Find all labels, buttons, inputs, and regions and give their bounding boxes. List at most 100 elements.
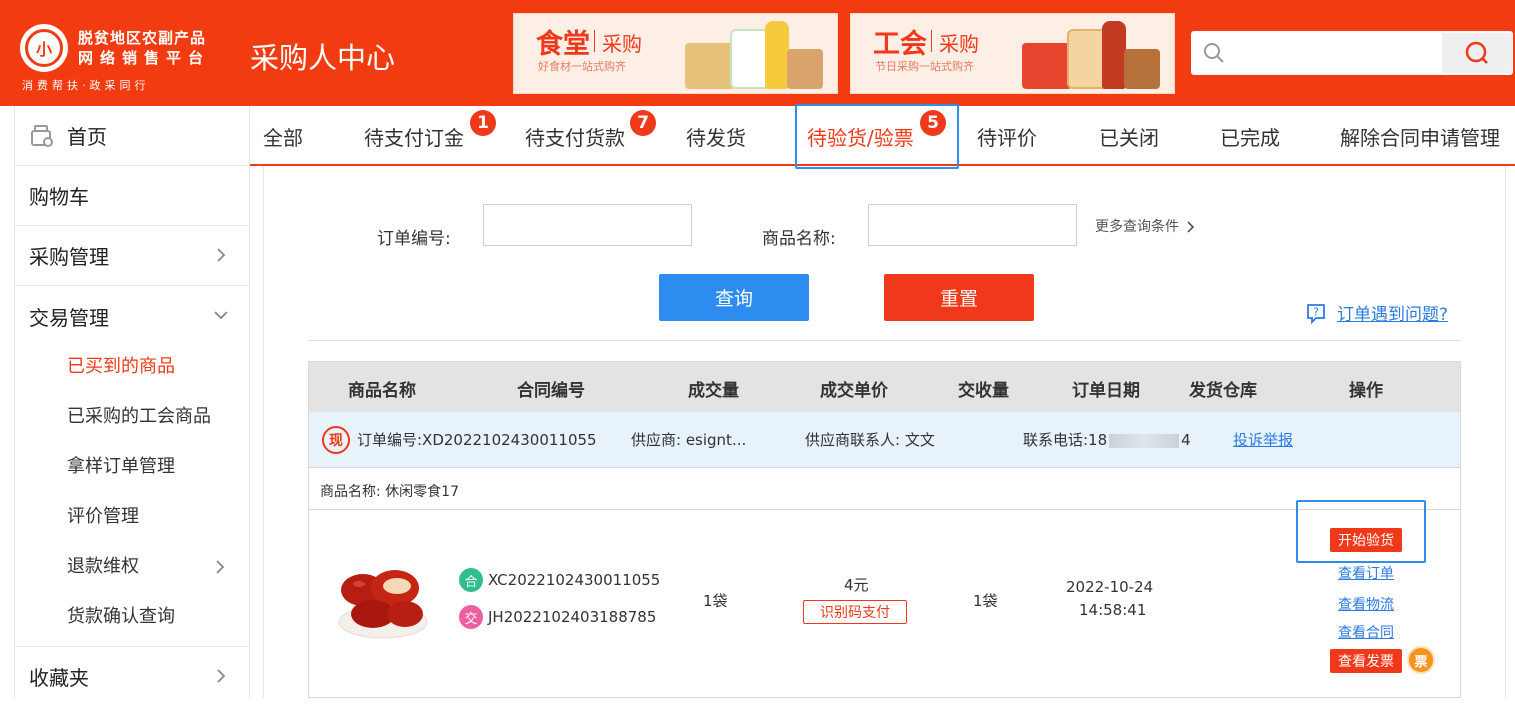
more-conditions-label: 更多查询条件 bbox=[1095, 219, 1179, 235]
sidebar-sub-union-goods[interactable]: 已采购的工会商品 bbox=[67, 402, 211, 432]
order-date-value: 2022-10-24 bbox=[1066, 578, 1154, 596]
more-conditions-link[interactable]: 更多查询条件 bbox=[1095, 216, 1195, 236]
tab-all[interactable]: 全部 bbox=[263, 122, 303, 151]
reset-button[interactable]: 重置 bbox=[884, 274, 1034, 321]
union-banner[interactable]: 工会 采购 节日采购一站式购齐 bbox=[850, 13, 1175, 94]
tab-pending-deposit[interactable]: 待支付订金 bbox=[364, 122, 464, 151]
phone-redacted bbox=[1109, 433, 1180, 448]
chevron-right-icon bbox=[217, 669, 226, 683]
contract-code: 合 XC2022102430011055 bbox=[459, 568, 660, 592]
order-number: 订单编号:XD2022102430011055 bbox=[357, 431, 597, 449]
order-time-value: 14:58:41 bbox=[1079, 601, 1147, 619]
order-no-input[interactable] bbox=[483, 204, 692, 246]
chevron-down-icon bbox=[214, 311, 228, 320]
col-warehouse: 发货仓库 bbox=[1189, 381, 1257, 401]
banner-separator bbox=[931, 30, 932, 52]
order-no-label: 订单编号: bbox=[377, 229, 451, 249]
canteen-banner[interactable]: 食堂 采购 好食材一站式购齐 bbox=[513, 13, 838, 94]
search-submit-icon bbox=[1465, 41, 1488, 64]
sidebar-item-label: 首页 bbox=[67, 125, 107, 149]
start-inspection-button[interactable]: 开始验货 bbox=[1330, 528, 1402, 552]
search-button[interactable] bbox=[1442, 33, 1512, 73]
sidebar-item-procurement[interactable]: 采购管理 bbox=[15, 226, 250, 286]
banner-subtitle: 采购 bbox=[602, 32, 642, 56]
banner-title: 食堂 bbox=[536, 29, 590, 60]
col-product-name: 商品名称 bbox=[348, 381, 416, 401]
view-contract-link[interactable]: 查看合同 bbox=[1338, 622, 1394, 642]
sidebar-item-cart[interactable]: 购物车 bbox=[15, 166, 250, 226]
banner-desc: 好食材一站式购齐 bbox=[538, 60, 626, 73]
search-icon bbox=[1204, 43, 1224, 63]
col-volume: 成交量 bbox=[688, 381, 739, 401]
sidebar-sub-refunds[interactable]: 退款维权 bbox=[67, 552, 139, 582]
phone-prefix: 联系电话:18 bbox=[1023, 431, 1108, 449]
search-input[interactable] bbox=[1231, 37, 1431, 69]
badge-pending-payment: 7 bbox=[630, 110, 656, 136]
product-name-row: 商品名称: 休闲零食17 bbox=[308, 468, 1461, 510]
order-status-tabs: 全部 待支付订金 1 待支付货款 7 待发货 待验货/验票 5 待评价 已关闭 … bbox=[250, 106, 1515, 166]
delivery-qty-value: 1袋 bbox=[973, 592, 998, 610]
order-help-link[interactable]: ? 订单遇到问题? bbox=[1305, 300, 1448, 325]
query-button[interactable]: 查询 bbox=[659, 274, 809, 321]
chevron-right-icon bbox=[1187, 221, 1195, 233]
sidebar: 首页 购物车 采购管理 交易管理 已买到的商品 已采购的工会商品 拿样订单管理 … bbox=[14, 106, 250, 698]
badge-pending-inspection: 5 bbox=[920, 110, 946, 136]
view-order-link[interactable]: 查看订单 bbox=[1338, 563, 1394, 583]
view-invoice-button[interactable]: 查看发票 bbox=[1330, 649, 1402, 673]
page-title: 采购人中心 bbox=[250, 41, 396, 75]
contact-phone: 联系电话:18 4 bbox=[1023, 429, 1191, 450]
help-icon: ? bbox=[1307, 303, 1325, 324]
supplier-name: 供应商: esignt... bbox=[631, 431, 747, 449]
sidebar-item-home[interactable]: 首页 bbox=[15, 106, 250, 166]
trade-tag: 交 bbox=[459, 605, 483, 629]
col-contract-no: 合同编号 bbox=[517, 381, 585, 401]
tab-pending-review[interactable]: 待评价 bbox=[977, 122, 1037, 151]
tab-closed[interactable]: 已关闭 bbox=[1099, 122, 1159, 151]
table-header: 商品名称 合同编号 成交量 成交单价 交收量 订单日期 发货仓库 操作 bbox=[308, 361, 1461, 413]
unit-price-value: 4元 bbox=[844, 576, 869, 594]
platform-logo[interactable]: 小 bbox=[20, 24, 68, 72]
sidebar-sub-sample-orders[interactable]: 拿样订单管理 bbox=[67, 452, 175, 482]
contract-tag: 合 bbox=[459, 568, 483, 592]
tab-completed[interactable]: 已完成 bbox=[1220, 122, 1280, 151]
contract-number: XC2022102430011055 bbox=[488, 571, 661, 589]
complaint-link[interactable]: 投诉举报 bbox=[1233, 429, 1293, 450]
banner-desc: 节日采购一站式购齐 bbox=[875, 60, 974, 73]
banner-title: 工会 bbox=[873, 29, 927, 60]
order-info-row: 现 订单编号:XD2022102430011055 供应商: esignt...… bbox=[308, 412, 1461, 468]
help-link-label: 订单遇到问题? bbox=[1337, 305, 1449, 325]
badge-pending-deposit: 1 bbox=[470, 110, 496, 136]
spot-order-tag: 现 bbox=[322, 426, 350, 454]
product-name-text: 商品名称: 休闲零食17 bbox=[320, 484, 459, 500]
col-order-date: 订单日期 bbox=[1072, 381, 1140, 401]
brand-line2: 网络销售平台 bbox=[78, 49, 211, 67]
sidebar-item-trade[interactable]: 交易管理 bbox=[15, 286, 250, 346]
banner-goods-image bbox=[675, 19, 825, 91]
volume-value: 1袋 bbox=[703, 592, 728, 610]
logo-mark: 小 bbox=[25, 29, 63, 67]
tab-pending-shipment[interactable]: 待发货 bbox=[686, 122, 746, 151]
banner-separator bbox=[594, 30, 595, 52]
sidebar-item-favorites[interactable]: 收藏夹 bbox=[15, 646, 250, 706]
chevron-right-icon bbox=[217, 248, 226, 262]
product-image bbox=[338, 570, 428, 639]
sidebar-item-label: 交易管理 bbox=[29, 305, 109, 330]
view-logistics-link[interactable]: 查看物流 bbox=[1338, 594, 1394, 614]
col-unit-price: 成交单价 bbox=[820, 381, 888, 401]
sidebar-item-label: 采购管理 bbox=[29, 245, 109, 269]
product-name-input[interactable] bbox=[868, 204, 1077, 246]
tab-pending-inspection[interactable]: 待验货/验票 bbox=[807, 122, 914, 151]
pay-method-tag: 识别码支付 bbox=[803, 600, 907, 624]
sidebar-sub-payment-confirm[interactable]: 货款确认查询 bbox=[67, 602, 175, 632]
supplier-contact: 供应商联系人: 文文 bbox=[805, 431, 935, 449]
invoice-icon: 票 bbox=[1407, 646, 1435, 674]
svg-text:?: ? bbox=[1313, 305, 1319, 318]
tab-contract-termination[interactable]: 解除合同申请管理 bbox=[1340, 122, 1500, 151]
top-header: 小 脱贫地区农副产品 网络销售平台 消费帮扶·政采同行 采购人中心 食堂 采购 … bbox=[0, 0, 1515, 106]
product-name-label: 商品名称: bbox=[762, 229, 836, 249]
tab-pending-payment[interactable]: 待支付货款 bbox=[525, 122, 625, 151]
sidebar-sub-bought-goods[interactable]: 已买到的商品 bbox=[67, 352, 175, 382]
chevron-right-icon bbox=[216, 560, 225, 574]
sidebar-sub-reviews[interactable]: 评价管理 bbox=[67, 502, 139, 532]
brand-name: 脱贫地区农副产品 网络销售平台 bbox=[78, 28, 210, 68]
